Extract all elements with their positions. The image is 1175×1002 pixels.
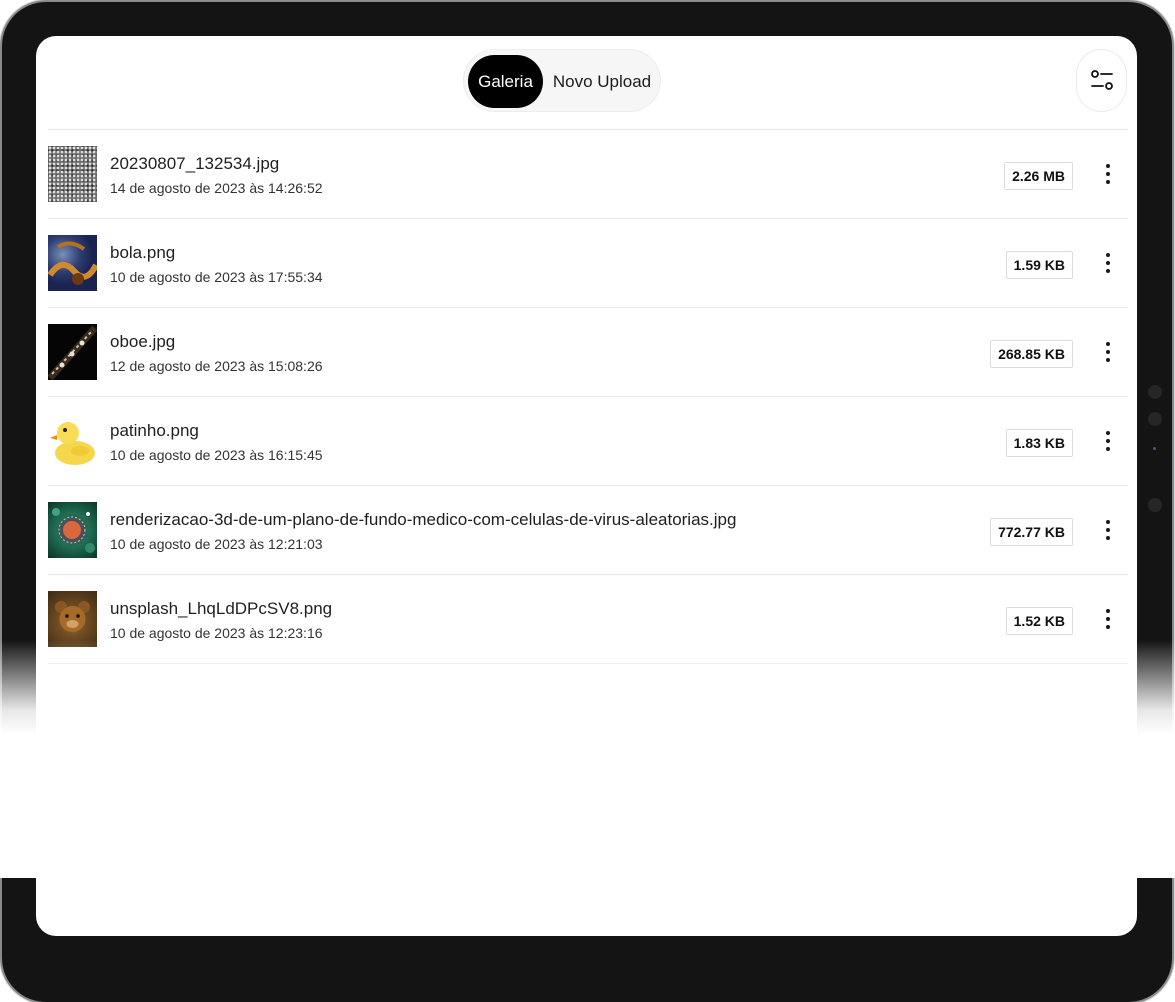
- file-date: 10 de agosto de 2023 às 17:55:34: [110, 269, 323, 285]
- sensor-dot: [1153, 447, 1156, 450]
- file-thumbnail: [48, 591, 97, 647]
- file-size-badge: 1.59 KB: [1005, 251, 1073, 279]
- file-thumbnail: [48, 146, 97, 202]
- side-button: [1148, 385, 1162, 399]
- file-thumbnail: [48, 324, 97, 380]
- file-thumbnail: [48, 502, 97, 558]
- side-button: [1148, 412, 1162, 426]
- side-button: [1148, 498, 1162, 512]
- file-size-badge: 1.52 KB: [1005, 607, 1073, 635]
- file-size-badge: 1.83 KB: [1005, 429, 1073, 457]
- file-name: bola.png: [110, 243, 176, 262]
- more-options-icon[interactable]: [1098, 606, 1118, 632]
- file-size-badge: 268.85 KB: [990, 340, 1073, 368]
- view-switcher: Galeria Novo Upload: [463, 49, 661, 112]
- file-row[interactable]: renderizacao-3d-de-um-plano-de-fundo-med…: [48, 486, 1128, 575]
- file-row[interactable]: oboe.jpg 12 de agosto de 2023 às 15:08:2…: [48, 308, 1128, 397]
- more-options-icon[interactable]: [1098, 428, 1118, 454]
- filter-button[interactable]: [1076, 49, 1127, 112]
- file-thumbnail: [48, 413, 97, 469]
- file-name: oboe.jpg: [110, 332, 176, 351]
- more-options-icon[interactable]: [1098, 250, 1118, 276]
- more-options-icon[interactable]: [1098, 161, 1118, 187]
- file-name: unsplash_LhqLdDPcSV8.png: [110, 599, 333, 618]
- file-name: patinho.png: [110, 421, 199, 440]
- file-row[interactable]: patinho.png 10 de agosto de 2023 às 16:1…: [48, 397, 1128, 486]
- file-size-badge: 2.26 MB: [1004, 162, 1073, 190]
- sliders-icon: [1091, 70, 1113, 90]
- file-name: renderizacao-3d-de-um-plano-de-fundo-med…: [110, 510, 737, 529]
- file-date: 10 de agosto de 2023 às 12:21:03: [110, 536, 323, 552]
- file-row[interactable]: bola.png 10 de agosto de 2023 às 17:55:3…: [48, 219, 1128, 308]
- file-thumbnail: [48, 235, 97, 291]
- file-row[interactable]: 20230807_132534.jpg 14 de agosto de 2023…: [48, 130, 1128, 219]
- file-date: 12 de agosto de 2023 às 15:08:26: [110, 358, 323, 374]
- file-date: 10 de agosto de 2023 às 16:15:45: [110, 447, 323, 463]
- more-options-icon[interactable]: [1098, 517, 1118, 543]
- file-row[interactable]: unsplash_LhqLdDPcSV8.png 10 de agosto de…: [48, 575, 1128, 664]
- tab-gallery[interactable]: Galeria: [468, 55, 543, 108]
- more-options-icon[interactable]: [1098, 339, 1118, 365]
- file-size-badge: 772.77 KB: [990, 518, 1073, 546]
- file-date: 14 de agosto de 2023 às 14:26:52: [110, 180, 323, 196]
- tab-new-upload[interactable]: Novo Upload: [548, 55, 656, 108]
- app-screen: Galeria Novo Upload 20230807_132534.jpg …: [36, 36, 1137, 936]
- file-date: 10 de agosto de 2023 às 12:23:16: [110, 625, 323, 641]
- file-name: 20230807_132534.jpg: [110, 154, 280, 173]
